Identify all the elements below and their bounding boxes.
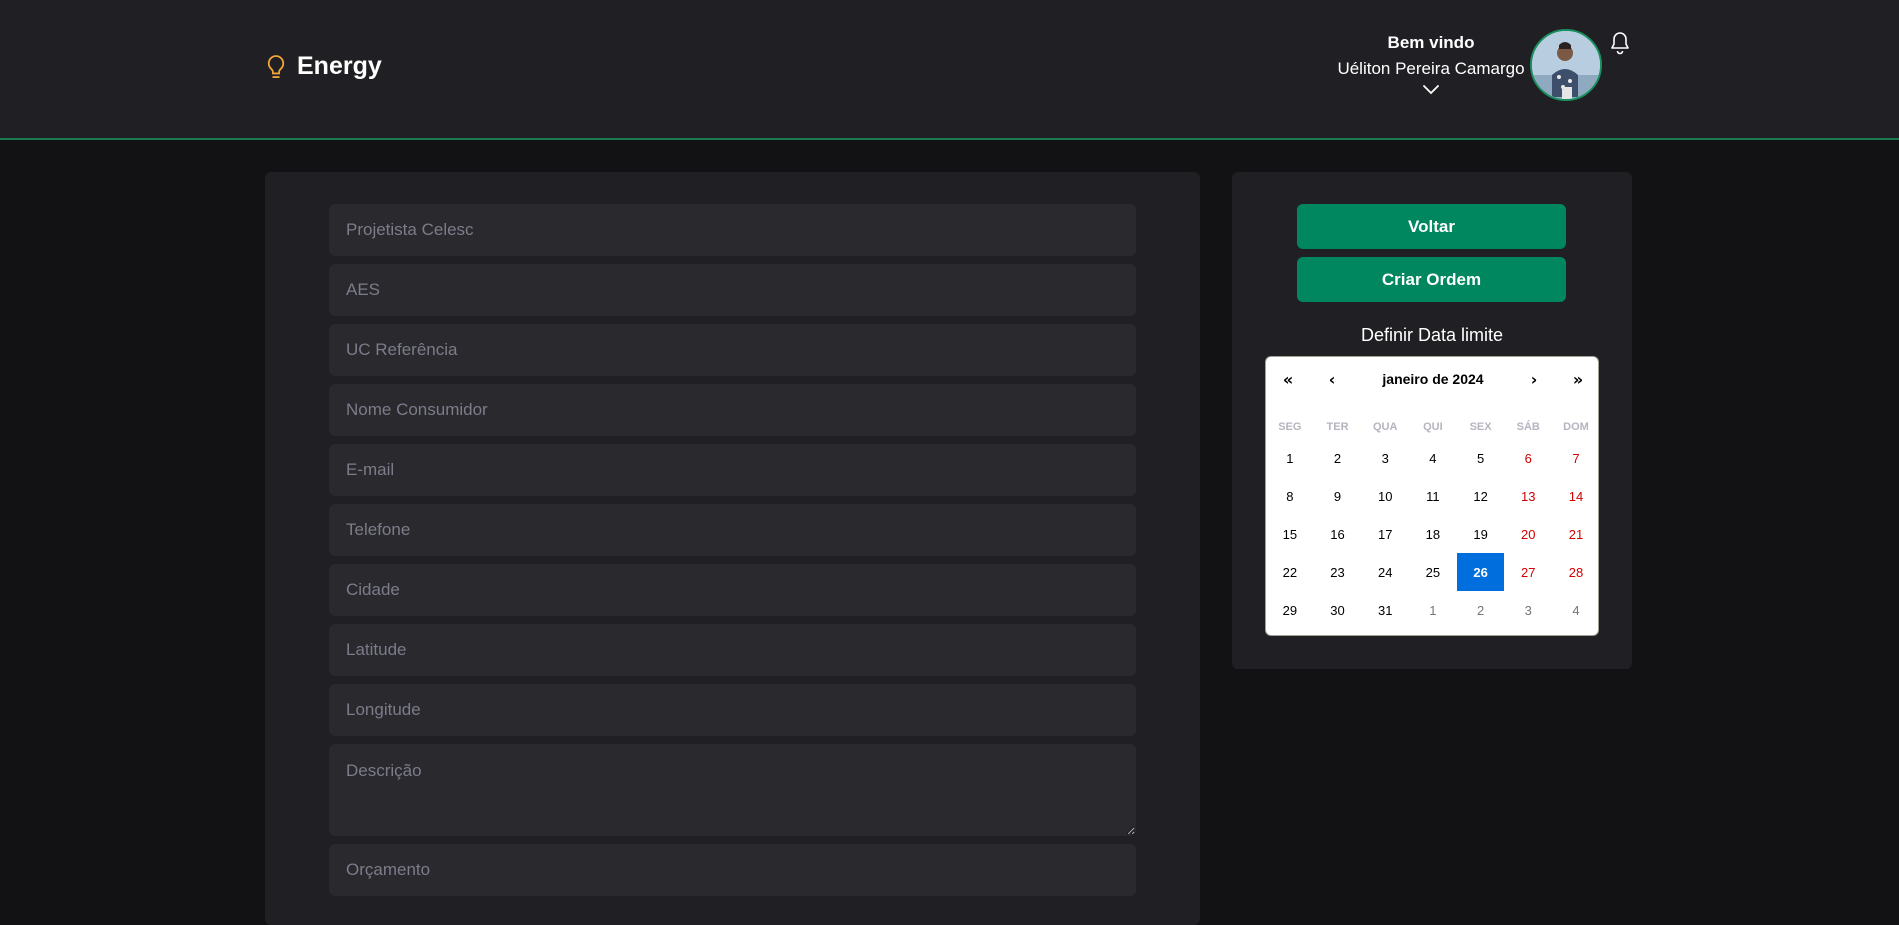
calendar-day[interactable]: 1	[1266, 439, 1314, 477]
next-year-button[interactable]: »	[1556, 357, 1600, 401]
calendar-day[interactable]: 12	[1457, 477, 1505, 515]
calendar-title: Definir Data limite	[1360, 325, 1504, 345]
avatar-image	[1532, 31, 1600, 99]
prev-year-button[interactable]: «	[1266, 357, 1310, 401]
brand[interactable]: Energy	[265, 52, 382, 81]
calendar-day[interactable]: 18	[1409, 515, 1457, 553]
calendar-day-next-month[interactable]: 1	[1409, 591, 1457, 629]
calendar-day[interactable]: 20	[1504, 515, 1552, 553]
cidade-input[interactable]	[329, 564, 1136, 616]
calendar-day[interactable]: 19	[1457, 515, 1505, 553]
calendar-day[interactable]: 31	[1361, 591, 1409, 629]
weekday-label: QUA	[1372, 421, 1398, 433]
avatar[interactable]	[1530, 29, 1602, 101]
calendar-day[interactable]: 2	[1314, 439, 1362, 477]
weekday-label: TER	[1326, 421, 1349, 433]
calendar-day[interactable]: 5	[1457, 439, 1505, 477]
weekday-header: SEG TER QUA QUI SEX SÁB DOM	[1266, 421, 1600, 433]
calendar-day-next-month[interactable]: 3	[1504, 591, 1552, 629]
calendar-day[interactable]: 17	[1361, 515, 1409, 553]
aes-input[interactable]	[329, 264, 1136, 316]
calendar-day[interactable]: 3	[1361, 439, 1409, 477]
uc-referencia-input[interactable]	[329, 324, 1136, 376]
calendar-day[interactable]: 29	[1266, 591, 1314, 629]
weekday-label: DOM	[1563, 421, 1589, 433]
calendar-day[interactable]: 13	[1504, 477, 1552, 515]
calendar-day-next-month[interactable]: 4	[1552, 591, 1600, 629]
welcome-text: Bem vindo	[1387, 33, 1475, 52]
calendar-day[interactable]: 15	[1266, 515, 1314, 553]
longitude-input[interactable]	[329, 684, 1136, 736]
descricao-textarea[interactable]	[329, 744, 1136, 836]
telefone-input[interactable]	[329, 504, 1136, 556]
calendar-day[interactable]: 24	[1361, 553, 1409, 591]
calendar-day[interactable]: 7	[1552, 439, 1600, 477]
projetista-celesc-input[interactable]	[329, 204, 1136, 256]
back-button[interactable]: Voltar	[1297, 204, 1566, 249]
calendar-day[interactable]: 27	[1504, 553, 1552, 591]
calendar-day[interactable]: 4	[1409, 439, 1457, 477]
calendar-day[interactable]: 21	[1552, 515, 1600, 553]
calendar-day[interactable]: 30	[1314, 591, 1362, 629]
next-month-button[interactable]: ›	[1512, 357, 1556, 401]
email-input[interactable]	[329, 444, 1136, 496]
brand-name: Energy	[297, 52, 382, 80]
calendar-day[interactable]: 6	[1504, 439, 1552, 477]
weekday-label: SÁB	[1516, 421, 1540, 433]
calendar-day[interactable]: 28	[1552, 553, 1600, 591]
actions-panel: Voltar Criar Ordem Definir Data limite «…	[1232, 172, 1632, 669]
calendar-day[interactable]: 16	[1314, 515, 1362, 553]
calendar-day[interactable]: 22	[1266, 553, 1314, 591]
prev-month-button[interactable]: ‹	[1310, 357, 1354, 401]
weekday-label: QUI	[1423, 421, 1443, 433]
bell-icon[interactable]	[1610, 31, 1630, 55]
weekday-label: SEG	[1278, 421, 1302, 433]
calendar-day[interactable]: 25	[1409, 553, 1457, 591]
weekday-label: SEX	[1469, 421, 1492, 433]
calendar: « ‹ janeiro de 2024 › » SEG TER QUA QUI …	[1265, 356, 1599, 636]
lightbulb-icon	[267, 54, 285, 78]
calendar-day[interactable]: 14	[1552, 477, 1600, 515]
calendar-navigation: « ‹ janeiro de 2024 › »	[1266, 357, 1600, 401]
calendar-day[interactable]: 10	[1361, 477, 1409, 515]
calendar-day-selected[interactable]: 26	[1456, 553, 1505, 591]
user-menu[interactable]: Bem vindo Uéliton Pereira Camargo	[1320, 30, 1542, 96]
chevron-down-icon[interactable]	[1422, 84, 1440, 96]
calendar-day[interactable]: 23	[1314, 553, 1362, 591]
nome-consumidor-input[interactable]	[329, 384, 1136, 436]
calendar-days: 1 2 3 4 5 6 7 8 9 10 11 12 13 14 15 16 1…	[1266, 439, 1600, 629]
create-order-button[interactable]: Criar Ordem	[1297, 257, 1566, 302]
calendar-day-next-month[interactable]: 2	[1457, 591, 1505, 629]
calendar-day[interactable]: 8	[1266, 477, 1314, 515]
month-label[interactable]: janeiro de 2024	[1354, 357, 1512, 401]
order-form	[265, 172, 1200, 925]
orcamento-input[interactable]	[329, 844, 1136, 896]
top-bar: Energy Bem vindo Uéliton Pereira Camargo	[0, 0, 1899, 140]
latitude-input[interactable]	[329, 624, 1136, 676]
calendar-day[interactable]: 11	[1409, 477, 1457, 515]
calendar-day[interactable]: 9	[1314, 477, 1362, 515]
user-name: Uéliton Pereira Camargo	[1337, 59, 1525, 78]
